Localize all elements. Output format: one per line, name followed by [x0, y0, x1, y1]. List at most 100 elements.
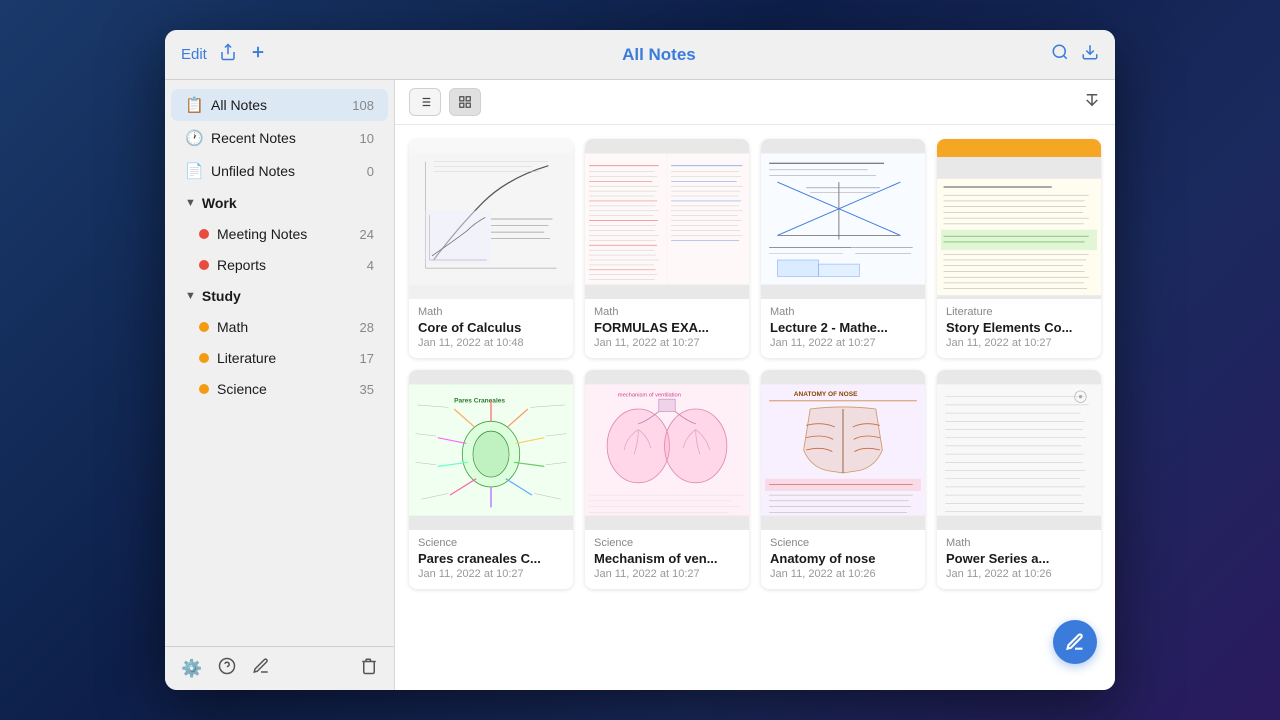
note-date-8: Jan 11, 2022 at 10:26 [946, 568, 1092, 580]
note-date-2: Jan 11, 2022 at 10:27 [594, 337, 740, 349]
note-category-4: Literature [946, 306, 1092, 318]
note-category-6: Science [594, 537, 740, 549]
all-notes-icon: 📋 [185, 96, 203, 114]
note-info-2: Math FORMULAS EXA... Jan 11, 2022 at 10:… [585, 299, 749, 358]
note-thumbnail-2 [585, 139, 749, 299]
list-view-button[interactable] [409, 88, 441, 116]
literature-count: 17 [360, 351, 374, 366]
note-info-6: Science Mechanism of ven... Jan 11, 2022… [585, 530, 749, 589]
meeting-notes-count: 24 [360, 227, 374, 242]
svg-text:ANATOMY OF NOSE: ANATOMY OF NOSE [794, 391, 858, 398]
note-title-8: Power Series a... [946, 551, 1092, 566]
note-date-3: Jan 11, 2022 at 10:27 [770, 337, 916, 349]
note-info-4: Literature Story Elements Co... Jan 11, … [937, 299, 1101, 358]
note-title-4: Story Elements Co... [946, 320, 1092, 335]
pen-icon[interactable] [252, 657, 270, 680]
note-card-story-elements[interactable]: Literature Story Elements Co... Jan 11, … [937, 139, 1101, 358]
note-card-anatomy[interactable]: ANATOMY OF NOSE [761, 370, 925, 589]
toolbar-title: All Notes [622, 45, 696, 64]
sidebar-item-meeting-notes[interactable]: Meeting Notes 24 [171, 219, 388, 249]
app-window: Edit All Notes [165, 30, 1115, 690]
note-title-5: Pares craneales C... [418, 551, 564, 566]
all-notes-count: 108 [352, 98, 374, 113]
unfiled-notes-label: Unfiled Notes [211, 163, 359, 179]
svg-text:mechanism of ventilation: mechanism of ventilation [618, 393, 681, 399]
study-chevron-icon: ▼ [185, 290, 196, 302]
grid-view-button[interactable] [449, 88, 481, 116]
toolbar-left: Edit [181, 43, 267, 66]
main-content: Math Core of Calculus Jan 11, 2022 at 10… [395, 80, 1115, 690]
note-title-2: FORMULAS EXA... [594, 320, 740, 335]
sidebar-item-reports[interactable]: Reports 4 [171, 250, 388, 280]
export-button[interactable] [1081, 43, 1099, 66]
meeting-notes-label: Meeting Notes [217, 226, 352, 242]
note-thumbnail-5: Pares Craneales [409, 370, 573, 530]
sidebar-item-all-notes[interactable]: 📋 All Notes 108 [171, 89, 388, 121]
work-label: Work [202, 195, 237, 211]
edit-button[interactable]: Edit [181, 46, 207, 63]
all-notes-label: All Notes [211, 97, 344, 113]
literature-label: Literature [217, 350, 352, 366]
note-thumbnail-1 [409, 139, 573, 299]
math-count: 28 [360, 320, 374, 335]
note-card-mechanism[interactable]: mechanism of ventilation [585, 370, 749, 589]
note-info-1: Math Core of Calculus Jan 11, 2022 at 10… [409, 299, 573, 358]
note-info-8: Math Power Series a... Jan 11, 2022 at 1… [937, 530, 1101, 589]
note-thumbnail-8 [937, 370, 1101, 530]
unfiled-notes-icon: 📄 [185, 162, 203, 180]
note-category-3: Math [770, 306, 916, 318]
note-thumbnail-4 [937, 139, 1101, 299]
help-icon[interactable] [218, 657, 236, 680]
notes-grid: Math Core of Calculus Jan 11, 2022 at 10… [395, 125, 1115, 690]
science-dot [199, 384, 209, 394]
sidebar-item-recent-notes[interactable]: 🕐 Recent Notes 10 [171, 122, 388, 154]
note-info-5: Science Pares craneales C... Jan 11, 202… [409, 530, 573, 589]
note-card-power-series[interactable]: Math Power Series a... Jan 11, 2022 at 1… [937, 370, 1101, 589]
reports-count: 4 [367, 258, 374, 273]
math-label: Math [217, 319, 352, 335]
reports-dot [199, 260, 209, 270]
add-button[interactable] [249, 43, 267, 66]
recent-notes-count: 10 [360, 131, 374, 146]
note-card-pares-craneales[interactable]: Pares Craneales [409, 370, 573, 589]
recent-notes-label: Recent Notes [211, 130, 352, 146]
note-date-1: Jan 11, 2022 at 10:48 [418, 337, 564, 349]
note-date-4: Jan 11, 2022 at 10:27 [946, 337, 1092, 349]
sort-icon[interactable] [1083, 91, 1101, 114]
note-category-1: Math [418, 306, 564, 318]
content-area: 📋 All Notes 108 🕐 Recent Notes 10 📄 Unfi… [165, 80, 1115, 690]
note-card-lecture2[interactable]: Math Lecture 2 - Mathe... Jan 11, 2022 a… [761, 139, 925, 358]
toolbar-right [1051, 43, 1099, 66]
note-card-formulas[interactable]: Math FORMULAS EXA... Jan 11, 2022 at 10:… [585, 139, 749, 358]
note-date-7: Jan 11, 2022 at 10:26 [770, 568, 916, 580]
note-thumbnail-3 [761, 139, 925, 299]
note-category-8: Math [946, 537, 1092, 549]
recent-notes-icon: 🕐 [185, 129, 203, 147]
sidebar-item-science[interactable]: Science 35 [171, 374, 388, 404]
reports-label: Reports [217, 257, 359, 273]
science-label: Science [217, 381, 352, 397]
trash-icon[interactable] [360, 657, 378, 680]
sidebar-section-work[interactable]: ▼ Work [171, 188, 388, 218]
sidebar-item-literature[interactable]: Literature 17 [171, 343, 388, 373]
note-title-3: Lecture 2 - Mathe... [770, 320, 916, 335]
note-thumbnail-7: ANATOMY OF NOSE [761, 370, 925, 530]
note-title-7: Anatomy of nose [770, 551, 916, 566]
svg-text:Pares Craneales: Pares Craneales [454, 397, 505, 404]
sidebar-item-math[interactable]: Math 28 [171, 312, 388, 342]
view-toolbar [395, 80, 1115, 125]
note-card-core-of-calculus[interactable]: Math Core of Calculus Jan 11, 2022 at 10… [409, 139, 573, 358]
note-category-2: Math [594, 306, 740, 318]
work-chevron-icon: ▼ [185, 197, 196, 209]
search-button[interactable] [1051, 43, 1069, 66]
math-dot [199, 322, 209, 332]
unfiled-notes-count: 0 [367, 164, 374, 179]
sidebar-item-unfiled-notes[interactable]: 📄 Unfiled Notes 0 [171, 155, 388, 187]
note-title-6: Mechanism of ven... [594, 551, 740, 566]
note-date-5: Jan 11, 2022 at 10:27 [418, 568, 564, 580]
literature-dot [199, 353, 209, 363]
share-button[interactable] [219, 43, 237, 66]
sidebar-section-study[interactable]: ▼ Study [171, 281, 388, 311]
fab-edit-button[interactable] [1053, 620, 1097, 664]
settings-icon[interactable]: ⚙️ [181, 659, 202, 679]
